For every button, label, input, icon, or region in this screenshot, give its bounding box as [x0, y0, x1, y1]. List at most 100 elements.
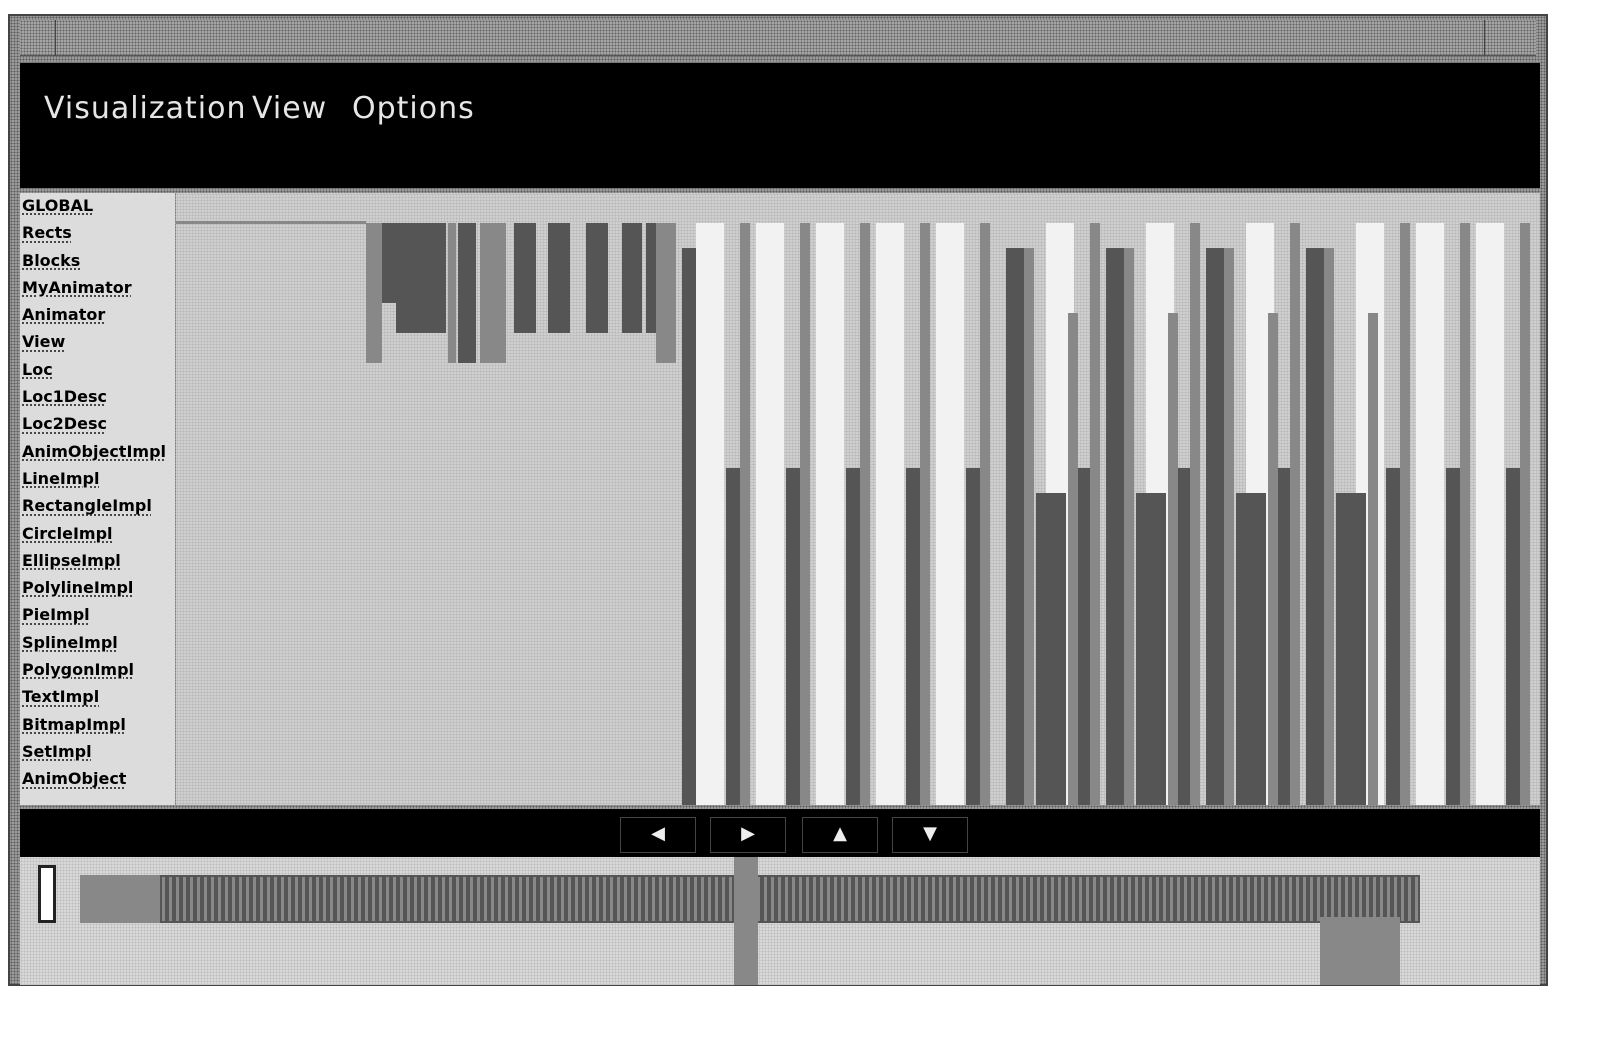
activity-bar [396, 223, 446, 333]
overview-bar [225, 877, 228, 921]
scroll-left-button[interactable]: ◀ [620, 817, 696, 853]
overview-bar [624, 877, 627, 921]
activity-bar [1076, 468, 1090, 805]
class-list-item[interactable]: PolylineImpl [20, 575, 175, 602]
activity-bar [786, 468, 800, 805]
class-list-item[interactable]: EllipseImpl [20, 548, 175, 575]
activity-column [936, 223, 964, 805]
overview-bar [946, 877, 949, 921]
overview-bar [1373, 877, 1376, 921]
scroll-up-button[interactable]: ▲ [802, 817, 878, 853]
window-maximize-button[interactable] [1484, 20, 1536, 56]
overview-bar [1163, 877, 1166, 921]
class-list-item[interactable]: CircleImpl [20, 521, 175, 548]
scroll-right-button[interactable]: ▶ [710, 817, 786, 853]
class-list-item[interactable]: AnimObjectImpl [20, 439, 175, 466]
execution-timeline-view[interactable] [176, 193, 1540, 805]
overview-bar [1093, 877, 1096, 921]
activity-bar [1190, 223, 1200, 805]
overview-bar [407, 877, 410, 921]
scroll-down-button[interactable]: ▼ [892, 817, 968, 853]
menu-visualization[interactable]: Visualization [44, 91, 247, 126]
overview-bar [204, 877, 207, 921]
overview-bar [1268, 877, 1271, 921]
class-list-item[interactable]: BitmapImpl [20, 712, 175, 739]
overview-bar [239, 877, 242, 921]
class-list-item[interactable]: Loc [20, 357, 175, 384]
class-list-item[interactable]: LineImpl [20, 466, 175, 493]
class-list-item[interactable]: Rects [20, 220, 175, 247]
activity-bar [1336, 493, 1366, 805]
activity-bar [1460, 223, 1470, 805]
overview-scrollbar[interactable] [20, 857, 1540, 985]
overview-bar [1184, 877, 1187, 921]
activity-bar [1306, 248, 1324, 805]
class-list-item[interactable]: PolygonImpl [20, 657, 175, 684]
overview-bar [1380, 877, 1383, 921]
overview-bar [197, 877, 200, 921]
overview-bar [582, 877, 585, 921]
class-list-item[interactable]: View [20, 329, 175, 356]
overview-bar [519, 877, 522, 921]
overview-band-start [80, 875, 160, 923]
activity-bar [382, 223, 396, 303]
overview-bar [435, 877, 438, 921]
activity-bar [1400, 223, 1410, 805]
class-list-item[interactable]: SetImpl [20, 739, 175, 766]
overview-bar [456, 877, 459, 921]
overview-bar [1107, 877, 1110, 921]
class-list-item[interactable]: Loc1Desc [20, 384, 175, 411]
activity-bar [1124, 248, 1134, 805]
class-list-item[interactable]: AnimObject [20, 766, 175, 793]
overview-bar [1331, 877, 1334, 921]
overview-bar [974, 877, 977, 921]
title-bar[interactable] [20, 20, 1536, 56]
overview-bar [652, 877, 655, 921]
class-list-item[interactable]: Animator [20, 302, 175, 329]
overview-bar [904, 877, 907, 921]
activity-bar [920, 223, 930, 805]
activity-column [816, 223, 844, 805]
activity-bar [1368, 313, 1378, 805]
overview-bar [533, 877, 536, 921]
overview-bar [610, 877, 613, 921]
class-list-item[interactable]: MyAnimator [20, 275, 175, 302]
overview-bar [883, 877, 886, 921]
menu-options[interactable]: Options [352, 91, 475, 126]
class-list-item[interactable]: RectangleImpl [20, 493, 175, 520]
overview-bar [862, 877, 865, 921]
arrow-left-icon: ◀ [651, 823, 665, 844]
overview-bar [911, 877, 914, 921]
class-list-item[interactable]: Blocks [20, 248, 175, 275]
overview-bar [827, 877, 830, 921]
overview-bar [589, 877, 592, 921]
overview-bar [631, 877, 634, 921]
activity-bar [1006, 248, 1024, 805]
overview-bar [596, 877, 599, 921]
overview-bar [274, 877, 277, 921]
overview-bar [232, 877, 235, 921]
activity-bar [1224, 248, 1234, 805]
activity-bar [1036, 493, 1066, 805]
class-list-item[interactable]: GLOBAL [20, 193, 175, 220]
overview-bar [890, 877, 893, 921]
activity-bar [1290, 223, 1300, 805]
overview-bar [995, 877, 998, 921]
class-list-item[interactable]: Loc2Desc [20, 411, 175, 438]
overview-bar [1016, 877, 1019, 921]
class-list-item[interactable]: PieImpl [20, 602, 175, 629]
arrow-down-icon: ▼ [923, 823, 937, 844]
overview-bar [1247, 877, 1250, 921]
navigation-bar: ◀ ▶ ▲ ▼ [20, 809, 1540, 857]
menu-view[interactable]: View [252, 91, 327, 126]
overview-bar [491, 877, 494, 921]
activity-column [1416, 223, 1444, 805]
overview-bar [666, 877, 669, 921]
class-list-item[interactable]: SplineImpl [20, 630, 175, 657]
overview-bar [967, 877, 970, 921]
class-list-item[interactable]: TextImpl [20, 684, 175, 711]
activity-bar [1168, 313, 1178, 805]
window-menu-button[interactable] [20, 20, 56, 56]
overview-slider-handle[interactable] [38, 865, 56, 923]
overview-bar [1212, 877, 1215, 921]
